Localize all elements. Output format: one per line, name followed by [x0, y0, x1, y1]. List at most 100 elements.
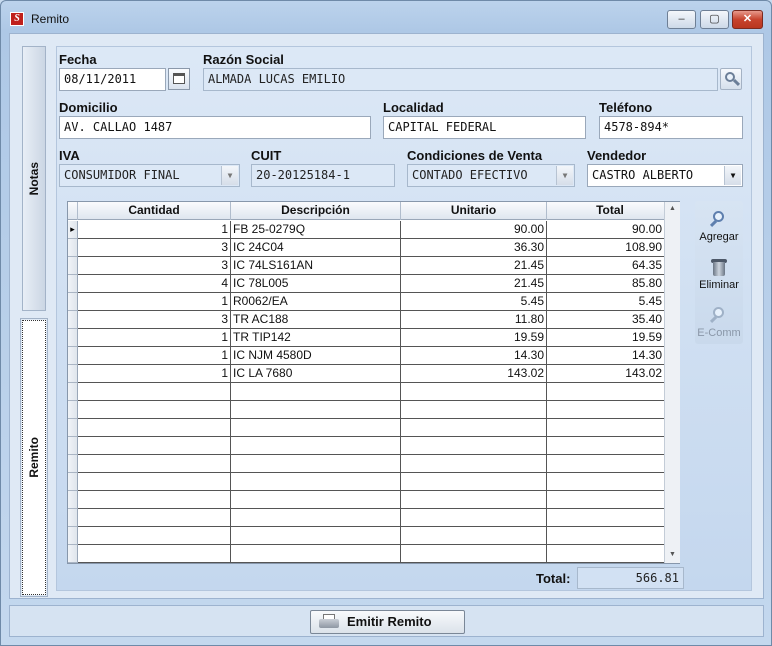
cell-descripcion[interactable] — [231, 419, 401, 437]
cell-cantidad[interactable]: 3 — [78, 257, 231, 275]
cell-total[interactable]: 14.30 — [547, 347, 665, 365]
cell-unitario[interactable]: 143.02 — [401, 365, 547, 383]
cell-cantidad[interactable] — [78, 473, 231, 491]
row-indicator[interactable] — [68, 347, 78, 365]
calendar-icon[interactable] — [168, 68, 190, 90]
scroll-up-icon[interactable]: ▲ — [669, 205, 676, 212]
cell-total[interactable]: 5.45 — [547, 293, 665, 311]
scroll-down-icon[interactable]: ▼ — [669, 551, 676, 558]
cell-unitario[interactable] — [401, 419, 547, 437]
cell-cantidad[interactable] — [78, 383, 231, 401]
cell-total[interactable] — [547, 491, 665, 509]
cell-total[interactable] — [547, 455, 665, 473]
cell-cantidad[interactable] — [78, 527, 231, 545]
iva-select[interactable]: CONSUMIDOR FINAL ▼ — [59, 164, 240, 187]
cell-descripcion[interactable]: IC NJM 4580D — [231, 347, 401, 365]
tab-notas[interactable]: Notas — [22, 46, 46, 311]
chevron-down-icon[interactable]: ▼ — [556, 166, 573, 185]
cell-descripcion[interactable] — [231, 401, 401, 419]
row-indicator[interactable] — [68, 293, 78, 311]
cell-cantidad[interactable]: 1 — [78, 347, 231, 365]
cell-total[interactable] — [547, 545, 665, 563]
ecomm-button[interactable]: E-Comm — [695, 305, 743, 339]
column-header-total[interactable]: Total — [547, 202, 674, 220]
row-indicator[interactable] — [68, 455, 78, 473]
row-indicator[interactable] — [68, 491, 78, 509]
cell-total[interactable]: 85.80 — [547, 275, 665, 293]
emitir-remito-button[interactable]: Emitir Remito — [310, 610, 465, 634]
cell-total[interactable]: 143.02 — [547, 365, 665, 383]
telefono-field[interactable]: 4578-894* — [599, 116, 743, 139]
cell-cantidad[interactable] — [78, 545, 231, 563]
row-indicator[interactable] — [68, 329, 78, 347]
cell-cantidad[interactable]: 1 — [78, 329, 231, 347]
cell-total[interactable] — [547, 401, 665, 419]
title-bar[interactable]: S Remito – ▢ ✕ — [1, 1, 771, 33]
cell-cantidad[interactable]: 3 — [78, 239, 231, 257]
cell-unitario[interactable] — [401, 437, 547, 455]
cell-cantidad[interactable] — [78, 419, 231, 437]
cell-cantidad[interactable]: 1 — [78, 365, 231, 383]
row-indicator[interactable] — [68, 365, 78, 383]
cell-total[interactable]: 19.59 — [547, 329, 665, 347]
cell-unitario[interactable] — [401, 455, 547, 473]
cell-descripcion[interactable] — [231, 383, 401, 401]
cell-unitario[interactable]: 21.45 — [401, 275, 547, 293]
cell-cantidad[interactable]: 3 — [78, 311, 231, 329]
vertical-scrollbar[interactable]: ▲ ▼ — [664, 202, 680, 563]
column-header-cantidad[interactable]: Cantidad — [78, 202, 231, 220]
row-indicator[interactable] — [68, 383, 78, 401]
cell-total[interactable] — [547, 437, 665, 455]
cell-unitario[interactable]: 19.59 — [401, 329, 547, 347]
condiciones-select[interactable]: CONTADO EFECTIVO ▼ — [407, 164, 575, 187]
cell-total[interactable] — [547, 419, 665, 437]
chevron-down-icon[interactable]: ▼ — [724, 166, 741, 185]
cell-cantidad[interactable]: 4 — [78, 275, 231, 293]
cell-unitario[interactable]: 14.30 — [401, 347, 547, 365]
cell-descripcion[interactable] — [231, 545, 401, 563]
cell-descripcion[interactable]: R0062/EA — [231, 293, 401, 311]
row-indicator[interactable] — [68, 419, 78, 437]
maximize-button[interactable]: ▢ — [700, 10, 729, 29]
cell-descripcion[interactable]: IC 24C04 — [231, 239, 401, 257]
cell-cantidad[interactable]: 1 — [78, 221, 231, 239]
cell-unitario[interactable] — [401, 545, 547, 563]
cell-descripcion[interactable]: IC LA 7680 — [231, 365, 401, 383]
localidad-field[interactable]: CAPITAL FEDERAL — [383, 116, 586, 139]
cell-descripcion[interactable]: TR TIP142 — [231, 329, 401, 347]
row-indicator[interactable] — [68, 311, 78, 329]
row-indicator[interactable] — [68, 239, 78, 257]
column-header-unitario[interactable]: Unitario — [401, 202, 547, 220]
cell-total[interactable]: 64.35 — [547, 257, 665, 275]
cell-cantidad[interactable]: 1 — [78, 293, 231, 311]
cell-descripcion[interactable] — [231, 455, 401, 473]
cell-descripcion[interactable] — [231, 509, 401, 527]
row-indicator[interactable] — [68, 527, 78, 545]
vendedor-select[interactable]: CASTRO ALBERTO ▼ — [587, 164, 743, 187]
cell-cantidad[interactable] — [78, 401, 231, 419]
cell-cantidad[interactable] — [78, 437, 231, 455]
cell-descripcion[interactable] — [231, 491, 401, 509]
eliminar-button[interactable]: Eliminar — [695, 257, 743, 291]
search-icon[interactable] — [720, 68, 742, 90]
cell-unitario[interactable]: 90.00 — [401, 221, 547, 239]
agregar-button[interactable]: Agregar — [695, 209, 743, 243]
cell-unitario[interactable]: 36.30 — [401, 239, 547, 257]
row-indicator[interactable] — [68, 401, 78, 419]
cell-unitario[interactable] — [401, 491, 547, 509]
cell-total[interactable] — [547, 473, 665, 491]
cell-unitario[interactable]: 11.80 — [401, 311, 547, 329]
domicilio-field[interactable]: AV. CALLAO 1487 — [59, 116, 371, 139]
cell-total[interactable]: 108.90 — [547, 239, 665, 257]
row-indicator[interactable]: ▸ — [68, 221, 78, 239]
cell-cantidad[interactable] — [78, 509, 231, 527]
cell-total[interactable]: 90.00 — [547, 221, 665, 239]
close-button[interactable]: ✕ — [732, 10, 763, 29]
row-indicator[interactable] — [68, 437, 78, 455]
cell-descripcion[interactable]: FB 25-0279Q — [231, 221, 401, 239]
cell-unitario[interactable] — [401, 509, 547, 527]
cell-descripcion[interactable]: IC 74LS161AN — [231, 257, 401, 275]
razon-social-field[interactable]: ALMADA LUCAS EMILIO — [203, 68, 718, 91]
cell-unitario[interactable]: 5.45 — [401, 293, 547, 311]
items-grid[interactable]: Cantidad Descripción Unitario Total ▸ 1 FB… — [67, 201, 680, 564]
